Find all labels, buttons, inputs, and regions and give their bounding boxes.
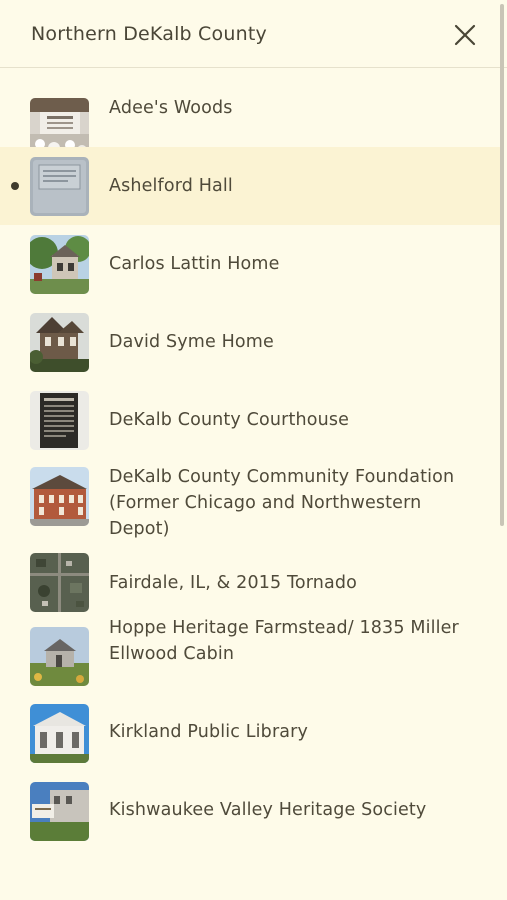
list-item[interactable]: Carlos Lattin Home: [0, 225, 500, 303]
list-item[interactable]: Fairdale, IL, & 2015 Tornado: [0, 551, 500, 615]
close-button[interactable]: [452, 22, 478, 48]
list-item[interactable]: Adee's Woods: [0, 69, 500, 157]
victorian-house-photo-thumbnail: [30, 313, 89, 372]
house-trees-photo-thumbnail: [30, 235, 89, 294]
list-item[interactable]: David Syme Home: [0, 303, 500, 381]
location-list: Adee's Woods Ashelford Hall Carlos Latti…: [0, 69, 500, 849]
list-item[interactable]: DeKalb County Courthouse: [0, 381, 500, 459]
list-item-selected[interactable]: Ashelford Hall: [0, 147, 500, 225]
list-item-label: Ashelford Hall: [109, 176, 233, 196]
list-item-label: Fairdale, IL, & 2015 Tornado: [109, 573, 358, 593]
list-item-label: Adee's Woods: [109, 98, 233, 118]
sign-building-photo-thumbnail: [30, 782, 89, 841]
list-item-label: David Syme Home: [109, 332, 274, 352]
header: Northern DeKalb County: [0, 0, 507, 68]
selected-indicator-dot: [11, 182, 19, 190]
list-item[interactable]: DeKalb County Community Foundation (Form…: [0, 459, 500, 551]
scrollbar[interactable]: [500, 4, 504, 526]
cabin-photo-thumbnail: [30, 627, 89, 686]
list-item-label: Kishwaukee Valley Heritage Society: [109, 800, 427, 820]
library-photo-thumbnail: [30, 704, 89, 763]
list-item[interactable]: Kirkland Public Library: [0, 693, 500, 771]
close-icon: [454, 24, 476, 46]
aerial-photo-thumbnail: [30, 553, 89, 612]
sign-photo-thumbnail: [30, 157, 89, 216]
list-item[interactable]: Kishwaukee Valley Heritage Society: [0, 771, 500, 849]
list-item-label: DeKalb County Community Foundation (Form…: [109, 467, 455, 539]
brick-building-photo-thumbnail: [30, 467, 89, 526]
page-title: Northern DeKalb County: [31, 23, 267, 45]
list-item-label: Kirkland Public Library: [109, 722, 309, 742]
historical-marker-photo-thumbnail: [30, 391, 89, 450]
list-item-label: Hoppe Heritage Farmstead/ 1835 Miller El…: [109, 618, 459, 664]
list-item[interactable]: Hoppe Heritage Farmstead/ 1835 Miller El…: [0, 615, 500, 693]
list-item-label: Carlos Lattin Home: [109, 254, 280, 274]
list-item-label: DeKalb County Courthouse: [109, 410, 350, 430]
